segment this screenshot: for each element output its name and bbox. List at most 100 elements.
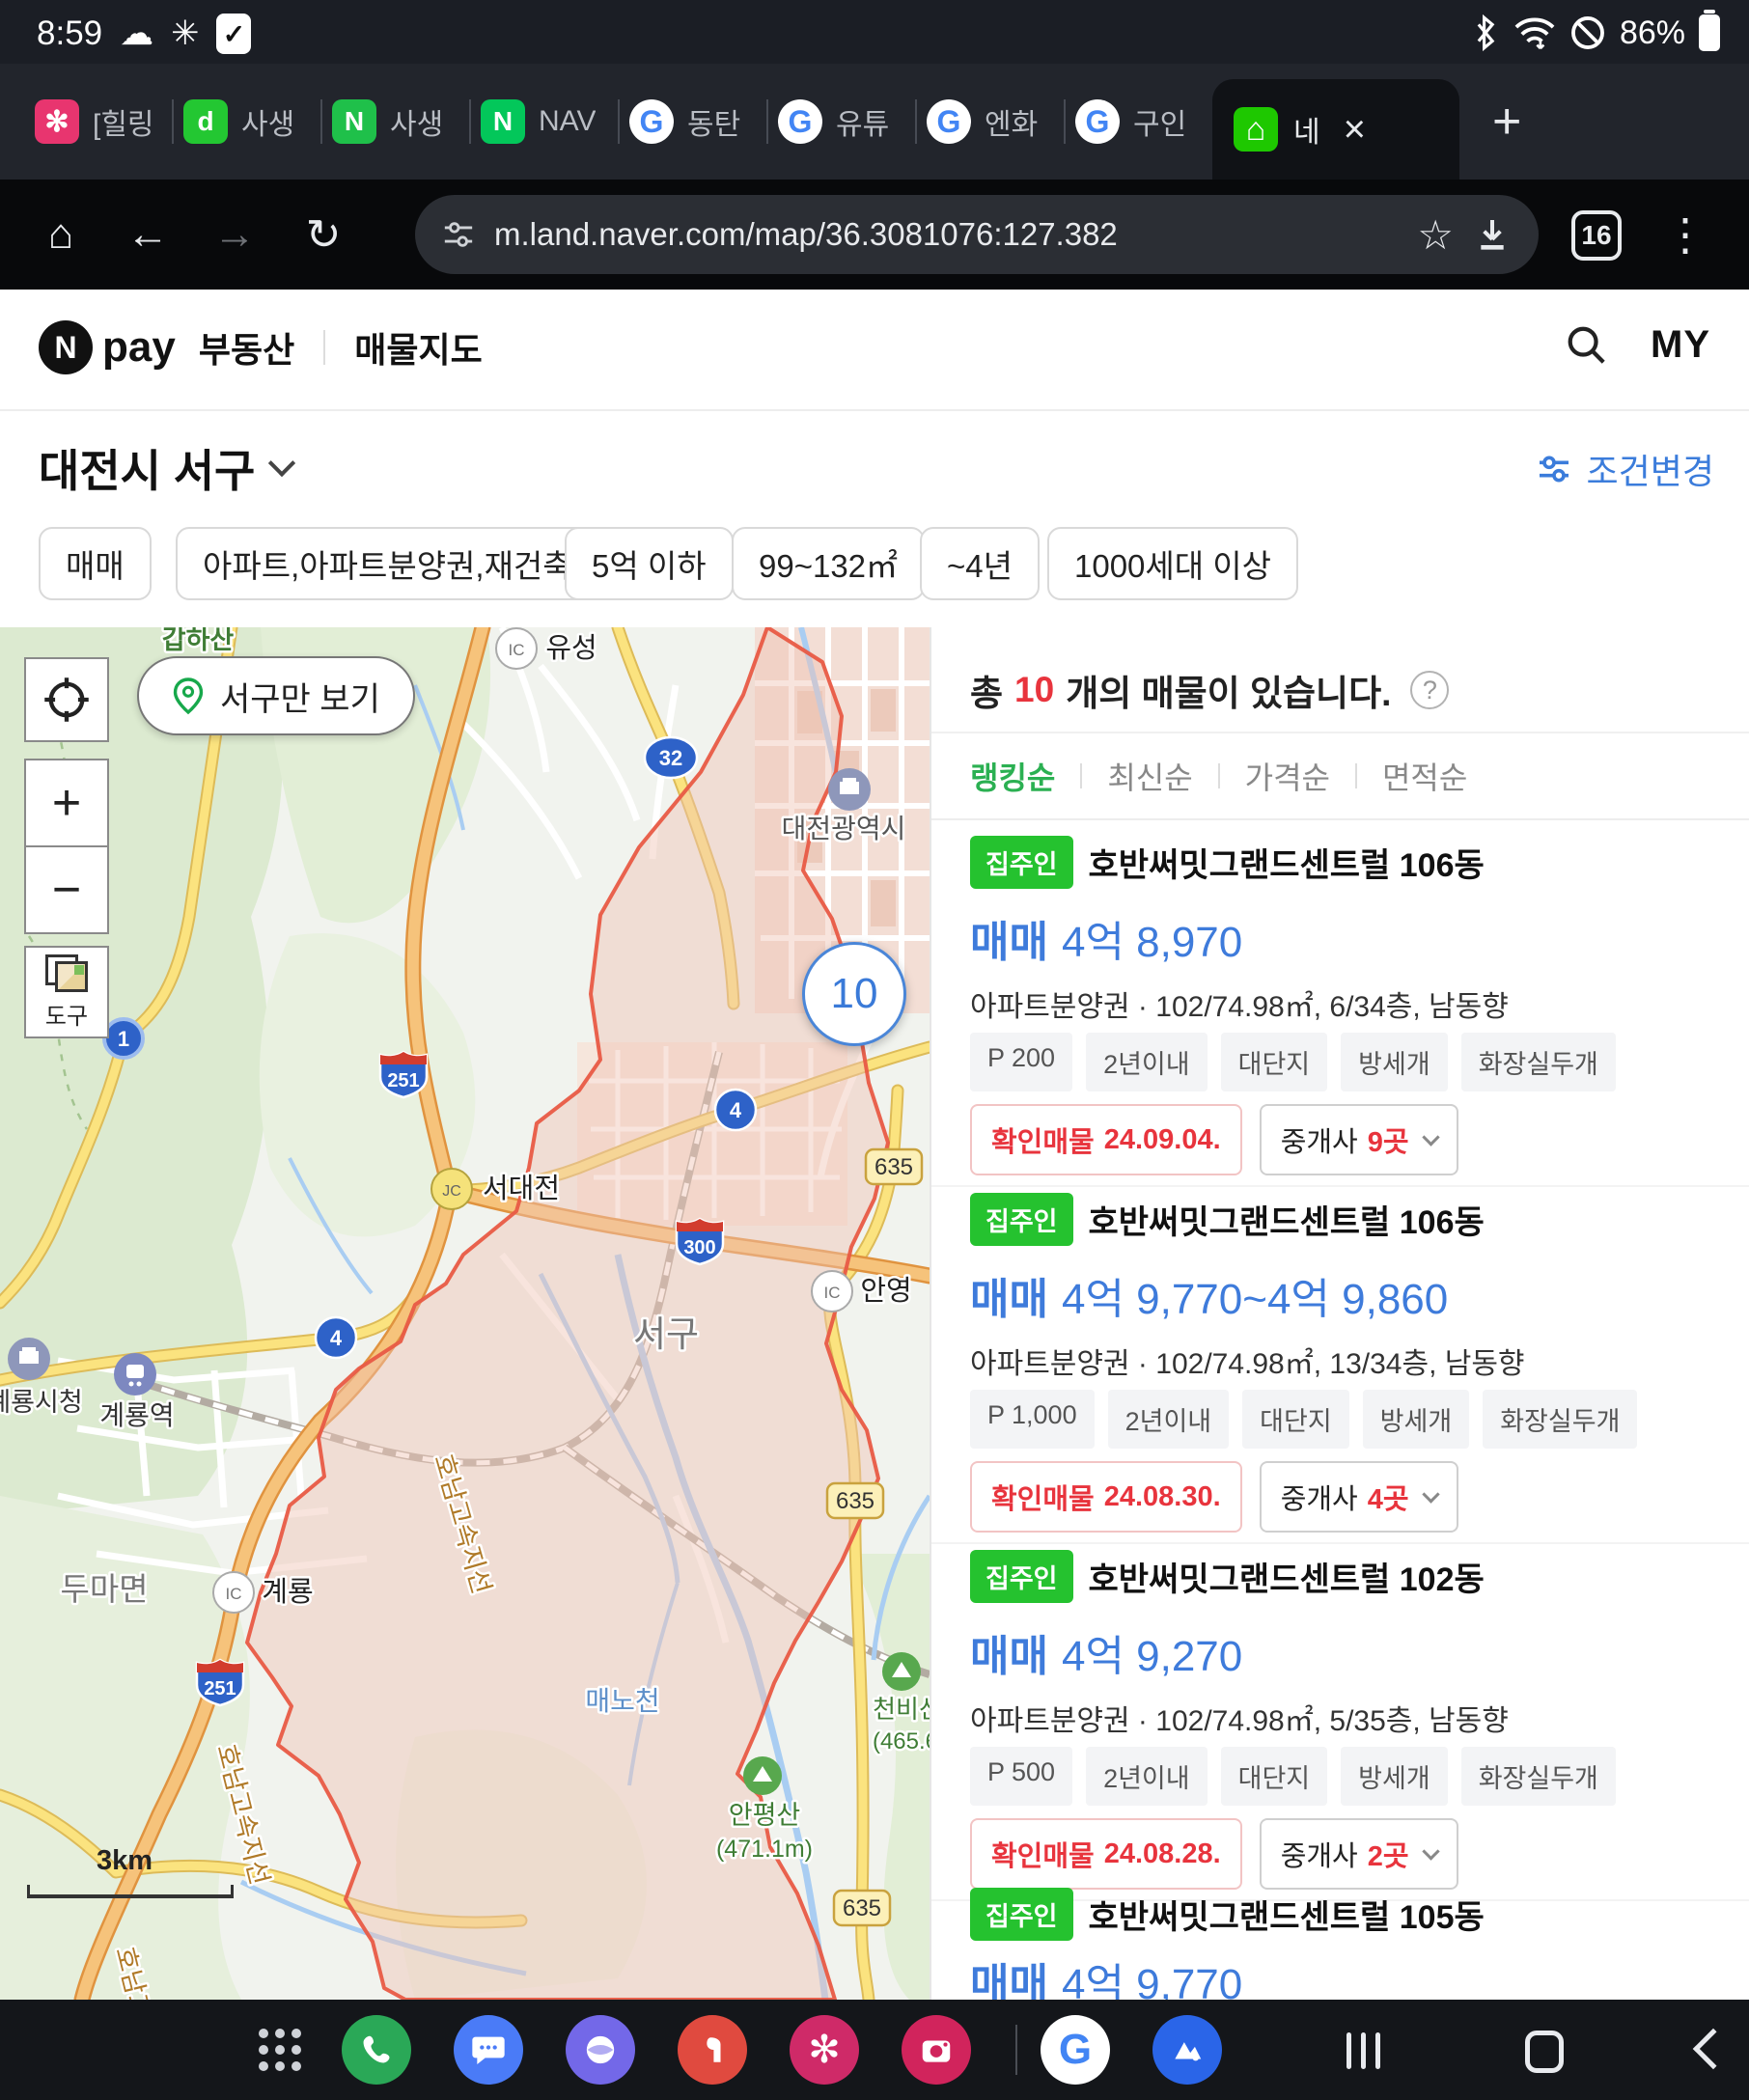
agent-count-button[interactable]: 중개사 2곳 bbox=[1260, 1818, 1458, 1890]
confirmed-listing-badge: 확인매물24.09.04. bbox=[970, 1104, 1242, 1175]
tag: 대단지 bbox=[1221, 1747, 1328, 1806]
svg-text:대전광역시: 대전광역시 bbox=[782, 814, 906, 843]
listing-card[interactable]: 집주인 호반써밋그랜드센트럴 102동 매매4억 9,270 아파트분양권 · … bbox=[970, 1550, 1723, 1907]
tab-privacy-1[interactable]: d 사생 bbox=[174, 64, 320, 180]
ic-anyeong-badge: IC 안영 bbox=[812, 1271, 912, 1312]
route-251-shield-south: 251 bbox=[197, 1660, 243, 1705]
listing-price: 매매4억 9,770~4억 9,860 bbox=[970, 1264, 1448, 1326]
svg-text:안영: 안영 bbox=[860, 1276, 911, 1307]
dock-divider bbox=[1015, 2025, 1017, 2075]
tag: 화장실두개 bbox=[1483, 1390, 1637, 1449]
camera-app-icon[interactable] bbox=[902, 2015, 971, 2085]
dumamyeon-label: 두마면 bbox=[60, 1571, 148, 1607]
tab-naver-land-active[interactable]: ⌂ 네 × bbox=[1212, 79, 1459, 180]
pin-icon bbox=[172, 677, 205, 715]
region-selector[interactable]: 대전시 서구 bbox=[39, 436, 292, 500]
tab-count-button[interactable]: 16 bbox=[1571, 210, 1622, 261]
home-icon[interactable]: ⌂ bbox=[27, 180, 95, 290]
url-text[interactable]: m.land.naver.com/map/36.3081076:127.382 bbox=[494, 216, 1398, 253]
agent-count-button[interactable]: 중개사 4곳 bbox=[1260, 1461, 1458, 1533]
chip-price[interactable]: 5억 이하 bbox=[565, 527, 734, 600]
listing-title[interactable]: 호반써밋그랜드센트럴 105동 bbox=[1089, 1891, 1485, 1938]
chip-households[interactable]: 1000세대 이상 bbox=[1047, 527, 1298, 600]
chip-trade-type[interactable]: 매매 bbox=[39, 527, 152, 600]
condition-change-button[interactable]: 조건변경 bbox=[1535, 444, 1714, 494]
site-settings-icon[interactable] bbox=[442, 218, 475, 251]
listing-specs: 아파트분양권 · 102/74.98㎡, 6/34층, 남동향 bbox=[970, 982, 1509, 1025]
listing-card[interactable]: 집주인 호반써밋그랜드센트럴 105동 매매4억 9,770 bbox=[970, 1888, 1723, 2000]
bookmark-star-icon[interactable]: ☆ bbox=[1417, 211, 1454, 259]
home-button[interactable] bbox=[1525, 2031, 1564, 2073]
owner-badge: 집주인 bbox=[970, 1193, 1073, 1246]
back-icon[interactable]: ← bbox=[114, 180, 181, 290]
listing-card[interactable]: 집주인 호반써밋그랜드센트럴 106동 매매4억 9,770~4억 9,860 … bbox=[970, 1193, 1723, 1550]
tab-naver[interactable]: N NAV bbox=[471, 64, 618, 180]
screen: 8:59 ☁ ✳ ✓ 86% ✻ [힐링 d 사생 N 사생 bbox=[0, 0, 1749, 2100]
svg-text:IC: IC bbox=[509, 641, 525, 659]
listing-tags: P 500 2년이내 대단지 방세개 화장실두개 bbox=[970, 1747, 1616, 1806]
sort-price[interactable]: 가격순 bbox=[1245, 754, 1330, 798]
phone-app-icon[interactable] bbox=[342, 2015, 411, 2085]
svg-text:(465.6: (465.6 bbox=[873, 1728, 930, 1755]
view-district-only-button[interactable]: 서구만 보기 bbox=[137, 656, 415, 735]
menu-kebab-icon[interactable]: ⋮ bbox=[1656, 180, 1714, 290]
tab-dongtan[interactable]: G 동탄 bbox=[620, 64, 766, 180]
sort-newest[interactable]: 최신순 bbox=[1107, 754, 1192, 798]
zoom-out-button[interactable]: − bbox=[24, 845, 109, 934]
download-icon[interactable] bbox=[1473, 215, 1512, 254]
map-tools-button[interactable]: 도구 bbox=[24, 946, 109, 1038]
agent-count-button[interactable]: 중개사 9곳 bbox=[1260, 1104, 1458, 1175]
listing-title[interactable]: 호반써밋그랜드센트럴 106동 bbox=[1089, 1196, 1485, 1243]
search-icon[interactable] bbox=[1564, 322, 1608, 367]
google-app-icon[interactable]: G bbox=[1041, 2015, 1110, 2085]
close-tab-icon[interactable]: × bbox=[1344, 108, 1366, 152]
tab-jobs[interactable]: G 구인 bbox=[1066, 64, 1212, 180]
listing-card[interactable]: 집주인 호반써밋그랜드센트럴 106동 매매4억 8,970 아파트분양권 · … bbox=[970, 836, 1723, 1193]
listing-title[interactable]: 호반써밋그랜드센트럴 102동 bbox=[1089, 1553, 1485, 1600]
chip-area[interactable]: 99~132㎡ bbox=[732, 527, 925, 600]
messages-app-icon[interactable] bbox=[454, 2015, 523, 2085]
realestate-label[interactable]: 부동산 bbox=[199, 322, 294, 373]
tab-youtube[interactable]: G 유튜 bbox=[768, 64, 915, 180]
sort-area[interactable]: 면적순 bbox=[1382, 754, 1467, 798]
tag: 방세개 bbox=[1341, 1747, 1448, 1806]
naver-land-app-icon[interactable] bbox=[1152, 2015, 1222, 2085]
red-app-icon[interactable] bbox=[678, 2015, 747, 2085]
chevron-down-icon bbox=[1422, 1485, 1439, 1503]
tag: 화장실두개 bbox=[1461, 1747, 1616, 1806]
chip-property-type[interactable]: 아파트,아파트분양권,재건축 bbox=[176, 527, 599, 600]
tab-yen[interactable]: G 엔화 bbox=[917, 64, 1064, 180]
url-bar[interactable]: m.land.naver.com/map/36.3081076:127.382 … bbox=[415, 195, 1539, 274]
npay-logo[interactable]: N pay 부동산 매물지도 bbox=[39, 320, 483, 374]
reload-icon[interactable]: ↻ bbox=[290, 180, 357, 290]
tab-healing[interactable]: ✻ [힐링 bbox=[25, 64, 172, 180]
flower-app-icon[interactable]: ✻ bbox=[790, 2015, 859, 2085]
tab-privacy-2[interactable]: N 사생 bbox=[322, 64, 469, 180]
sort-ranking[interactable]: 랭킹순 bbox=[970, 754, 1055, 798]
chevron-down-icon bbox=[1422, 1842, 1439, 1860]
my-menu[interactable]: MY bbox=[1651, 323, 1710, 367]
google-favicon: G bbox=[629, 99, 674, 144]
back-button[interactable] bbox=[1693, 2029, 1734, 2069]
listing-title[interactable]: 호반써밋그랜드센트럴 106동 bbox=[1089, 839, 1485, 886]
tag: 2년이내 bbox=[1108, 1390, 1230, 1449]
result-count: 10 bbox=[1014, 670, 1054, 710]
new-tab-button[interactable]: + bbox=[1492, 93, 1521, 151]
samsung-internet-app-icon[interactable] bbox=[566, 2015, 635, 2085]
listing-price: 매매4억 9,270 bbox=[970, 1621, 1242, 1683]
weather-cloud-icon: ☁ bbox=[120, 14, 153, 53]
svg-text:안평산: 안평산 bbox=[729, 1801, 801, 1830]
forward-icon[interactable]: → bbox=[201, 180, 268, 290]
chip-age[interactable]: ~4년 bbox=[920, 527, 1040, 600]
help-icon[interactable]: ? bbox=[1410, 671, 1449, 709]
ic-yuseong-badge: IC 유성 bbox=[496, 628, 597, 669]
my-location-button[interactable] bbox=[24, 657, 109, 742]
map-canvas[interactable]: 호남고속지선 호남고속지선 호남고속지선 갑하산 (468.7m) IC 유성 … bbox=[0, 627, 930, 2000]
listing-cluster-marker[interactable]: 10 bbox=[802, 942, 906, 1046]
app-drawer-button[interactable] bbox=[245, 2015, 315, 2085]
zoom-in-button[interactable]: + bbox=[24, 759, 109, 847]
map[interactable]: 호남고속지선 호남고속지선 호남고속지선 갑하산 (468.7m) IC 유성 … bbox=[0, 627, 930, 2000]
browser-tab-strip: ✻ [힐링 d 사생 N 사생 N NAV G 동탄 G 유튜 G bbox=[0, 64, 1749, 180]
recents-button[interactable] bbox=[1346, 2032, 1380, 2069]
interruption-blocked-icon bbox=[1569, 14, 1606, 51]
